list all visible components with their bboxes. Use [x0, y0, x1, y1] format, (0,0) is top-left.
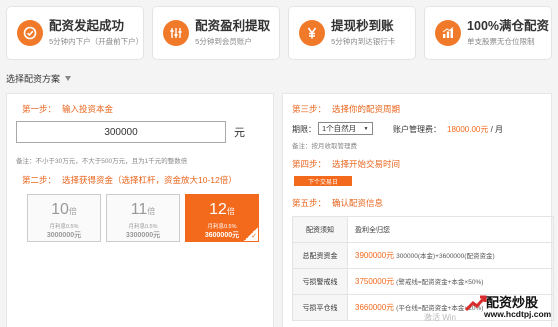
step3-heading: 第三步： 选择你的配资周期: [292, 103, 400, 115]
page: 配资发起成功 5分钟内下户（开盘前下户） 配资盈利提取 5分钟到会员账户 提现秒…: [0, 0, 558, 327]
row-value-highlight: 3900000元: [355, 251, 395, 260]
step2-heading: 第二步： 选择获得资金（选择杠杆，资金放大10-12倍）: [22, 174, 237, 186]
chevron-down-icon: ▼: [363, 126, 369, 132]
step5-label: 第五步：: [292, 198, 327, 208]
period-select[interactable]: 1个自然月 ▼: [318, 122, 373, 135]
step1-heading: 第一步： 输入投资本金: [22, 103, 113, 115]
table-row: 总配资资金 3900000元 300000(本金)+3600000(配资资金): [292, 242, 554, 269]
feature-subtitle: 5分钟到会员账户: [195, 37, 252, 46]
step1-note: 备注：不小于30万元，不大于500万元，且为1千元的整数倍: [16, 158, 188, 165]
row-key: 总配资资金: [292, 242, 348, 269]
step1-text: 输入投资本金: [62, 104, 114, 114]
sliders-icon: [163, 20, 190, 46]
leverage-number: 10: [51, 201, 69, 218]
period-label: 期限：: [292, 125, 316, 134]
fee-label: 账户管理费：: [393, 125, 441, 134]
step3-note: 备注：按月收取管理费: [292, 143, 357, 150]
row-key: 亏损警戒线: [292, 268, 348, 295]
leverage-option-10x[interactable]: 10倍 月利息0.5% 3000000元: [27, 194, 101, 242]
leverage-number: 11: [130, 201, 148, 218]
next-trading-day-button[interactable]: 下个交易日: [294, 176, 352, 186]
leverage-rate: 月利息0.5%: [128, 224, 158, 230]
fee-unit: / 月: [490, 125, 504, 134]
leverage-total: 3300000元: [125, 232, 161, 239]
caret-down-icon[interactable]: [65, 76, 72, 81]
row-value-desc: 300000(本金)+3600000(配资资金): [396, 253, 495, 260]
principal-unit: 元: [234, 127, 245, 139]
yen-icon: [299, 20, 326, 46]
row-value: 3900000元 300000(本金)+3600000(配资资金): [347, 242, 554, 269]
feature-card-fullposition: 100%满仓配资 单支股票无仓位限制: [424, 6, 552, 60]
feature-subtitle: 5分钟内下户（开盘前下户）: [49, 37, 144, 46]
period-select-value: 1个自然月: [322, 124, 357, 133]
step3-label: 第三步：: [292, 104, 327, 114]
section-title-label: 选择配资方案: [6, 74, 61, 84]
section-title[interactable]: 选择配资方案: [6, 72, 72, 85]
clock-check-icon: [17, 20, 43, 46]
logo-url: www.hcdtpj.com: [484, 309, 552, 319]
feature-title: 100%满仓配资: [467, 19, 550, 33]
row-key: 亏损平仓线: [292, 294, 348, 321]
feature-card-withdraw: 提现秒到账 5分钟内到达银行卡: [288, 6, 417, 60]
leverage-unit: 倍: [68, 207, 77, 216]
table-row: 配资须知 盈利全归您: [292, 216, 554, 243]
row-value-highlight: 3660000元: [355, 303, 395, 312]
principal-input[interactable]: 300000: [16, 121, 226, 143]
row-value-desc: (警戒线=配资资金+本金×50%): [396, 279, 484, 286]
bar-chart-icon: [435, 20, 462, 46]
feature-card-profit: 配资盈利提取 5分钟到会员账户: [152, 6, 281, 60]
step2-label: 第二步：: [22, 175, 57, 185]
selected-check-icon: ✓: [244, 227, 258, 241]
leverage-option-12x[interactable]: 12倍 月利息0.5% 3600000元 ✓: [185, 194, 259, 242]
step5-text: 确认配资信息: [332, 198, 384, 208]
feature-card-success: 配资发起成功 5分钟内下户（开盘前下户）: [6, 6, 145, 60]
feature-subtitle: 单支股票无仓位限制: [467, 37, 535, 46]
row-value-highlight: 3750000元: [355, 277, 395, 286]
step1-label: 第一步：: [22, 104, 57, 114]
fee-amount: 18000.00元 / 月: [447, 124, 503, 135]
row-value-text: 盈利全归您: [355, 226, 390, 234]
site-logo: 配资炒股 www.hcdtpj.com: [464, 290, 556, 324]
feature-title: 提现秒到账: [331, 19, 394, 33]
step2-text: 选择获得资金（选择杠杆，资金放大10-12倍）: [62, 175, 237, 185]
leverage-unit: 倍: [226, 207, 235, 216]
row-value: 盈利全归您: [347, 216, 554, 243]
feature-title: 配资盈利提取: [195, 19, 271, 33]
step5-heading: 第五步： 确认配资信息: [292, 197, 383, 209]
leverage-unit: 倍: [147, 207, 156, 216]
row-key: 配资须知: [292, 216, 348, 243]
step4-label: 第四步：: [292, 159, 327, 169]
leverage-rate: 月利息0.5%: [49, 224, 79, 230]
step3-text: 选择你的配资周期: [332, 104, 401, 114]
step4-text: 选择开始交易时间: [332, 159, 401, 169]
step4-heading: 第四步： 选择开始交易时间: [292, 158, 400, 170]
feature-subtitle: 5分钟内到达银行卡: [331, 37, 396, 46]
feature-cards: 配资发起成功 5分钟内下户（开盘前下户） 配资盈利提取 5分钟到会员账户 提现秒…: [6, 6, 552, 60]
leverage-option-11x[interactable]: 11倍 月利息0.5% 3300000元: [106, 194, 180, 242]
fee-value: 18000.00元: [447, 125, 489, 134]
feature-title: 配资发起成功: [49, 19, 125, 33]
leverage-number: 12: [209, 201, 227, 218]
activation-watermark: 激活 Win: [424, 313, 456, 322]
leverage-total: 3000000元: [46, 232, 82, 239]
